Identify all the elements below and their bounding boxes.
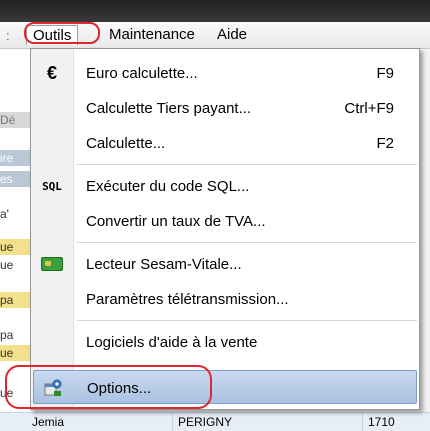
background-fragment: ue [0, 239, 30, 255]
menu-item-label: Options... [87, 380, 152, 397]
menu-item-executer-sql[interactable]: SQL Exécuter du code SQL... [33, 169, 417, 203]
menu-maintenance[interactable]: Maintenance [103, 25, 201, 44]
background-table-row: Jemia PERIGNY 1710 [0, 412, 430, 431]
menu-item-shortcut: F2 [376, 135, 394, 152]
menu-item-label: Logiciels d'aide à la vente [86, 334, 258, 351]
menu-item-label: Convertir un taux de TVA... [86, 213, 266, 230]
background-fragment: ue [0, 258, 14, 272]
card-reader-icon [39, 254, 65, 274]
background-cell: 1710 [368, 415, 395, 429]
menu-aide[interactable]: Aide [211, 25, 253, 44]
menu-item-label: Exécuter du code SQL... [86, 178, 250, 195]
menu-item-logiciels-aide-vente[interactable]: Logiciels d'aide à la vente [33, 325, 417, 359]
background-cell: Jemia [32, 415, 65, 429]
options-gear-icon [40, 378, 66, 398]
background-fragment: ire [0, 150, 30, 166]
menu-outils[interactable]: Outils [26, 25, 79, 45]
menu-item-shortcut: F9 [376, 65, 394, 82]
menu-separator [77, 320, 417, 321]
background-fragment: Dé [0, 112, 30, 128]
menu-item-label: Lecteur Sesam-Vitale... [86, 256, 242, 273]
background-app-strip: Dé ire es a' ue ue pa pa ue ue [0, 49, 30, 430]
menu-item-calculette[interactable]: Calculette... F2 [33, 126, 417, 160]
background-fragment: es [0, 171, 30, 187]
menu-separator [77, 242, 417, 243]
background-cell: PERIGNY [178, 415, 233, 429]
menu-item-options[interactable]: Options... [33, 370, 417, 404]
menu-separator [77, 164, 417, 165]
menu-item-label: Euro calculette... [86, 65, 198, 82]
menu-item-label: Calculette... [86, 135, 166, 152]
euro-icon: € [46, 62, 57, 83]
outils-dropdown-menu: € Euro calculette... F9 Calculette Tiers… [30, 48, 420, 410]
background-fragment: pa [0, 292, 30, 308]
menu-item-shortcut: Ctrl+F9 [344, 100, 394, 117]
menu-item-label: Calculette Tiers payant... [86, 100, 252, 117]
menu-item-parametres-teletransmission[interactable]: Paramètres télétransmission... [33, 282, 417, 316]
background-fragment: a' [0, 207, 9, 221]
window-chrome [0, 0, 430, 22]
menu-item-euro-calculette[interactable]: € Euro calculette... F9 [33, 56, 417, 90]
sql-icon: SQL [42, 179, 62, 193]
menubar-fragment: : [6, 28, 10, 43]
background-fragment: ue [0, 386, 14, 400]
menu-item-label: Paramètres télétransmission... [86, 291, 289, 308]
menu-item-lecteur-sesam-vitale[interactable]: Lecteur Sesam-Vitale... [33, 247, 417, 281]
menu-item-convertir-tva[interactable]: Convertir un taux de TVA... [33, 204, 417, 238]
background-fragment: pa [0, 328, 14, 342]
background-fragment: ue [0, 345, 30, 361]
menu-item-calculette-tiers-payant[interactable]: Calculette Tiers payant... Ctrl+F9 [33, 91, 417, 125]
menu-bar: : Outils Maintenance Aide [0, 22, 430, 49]
